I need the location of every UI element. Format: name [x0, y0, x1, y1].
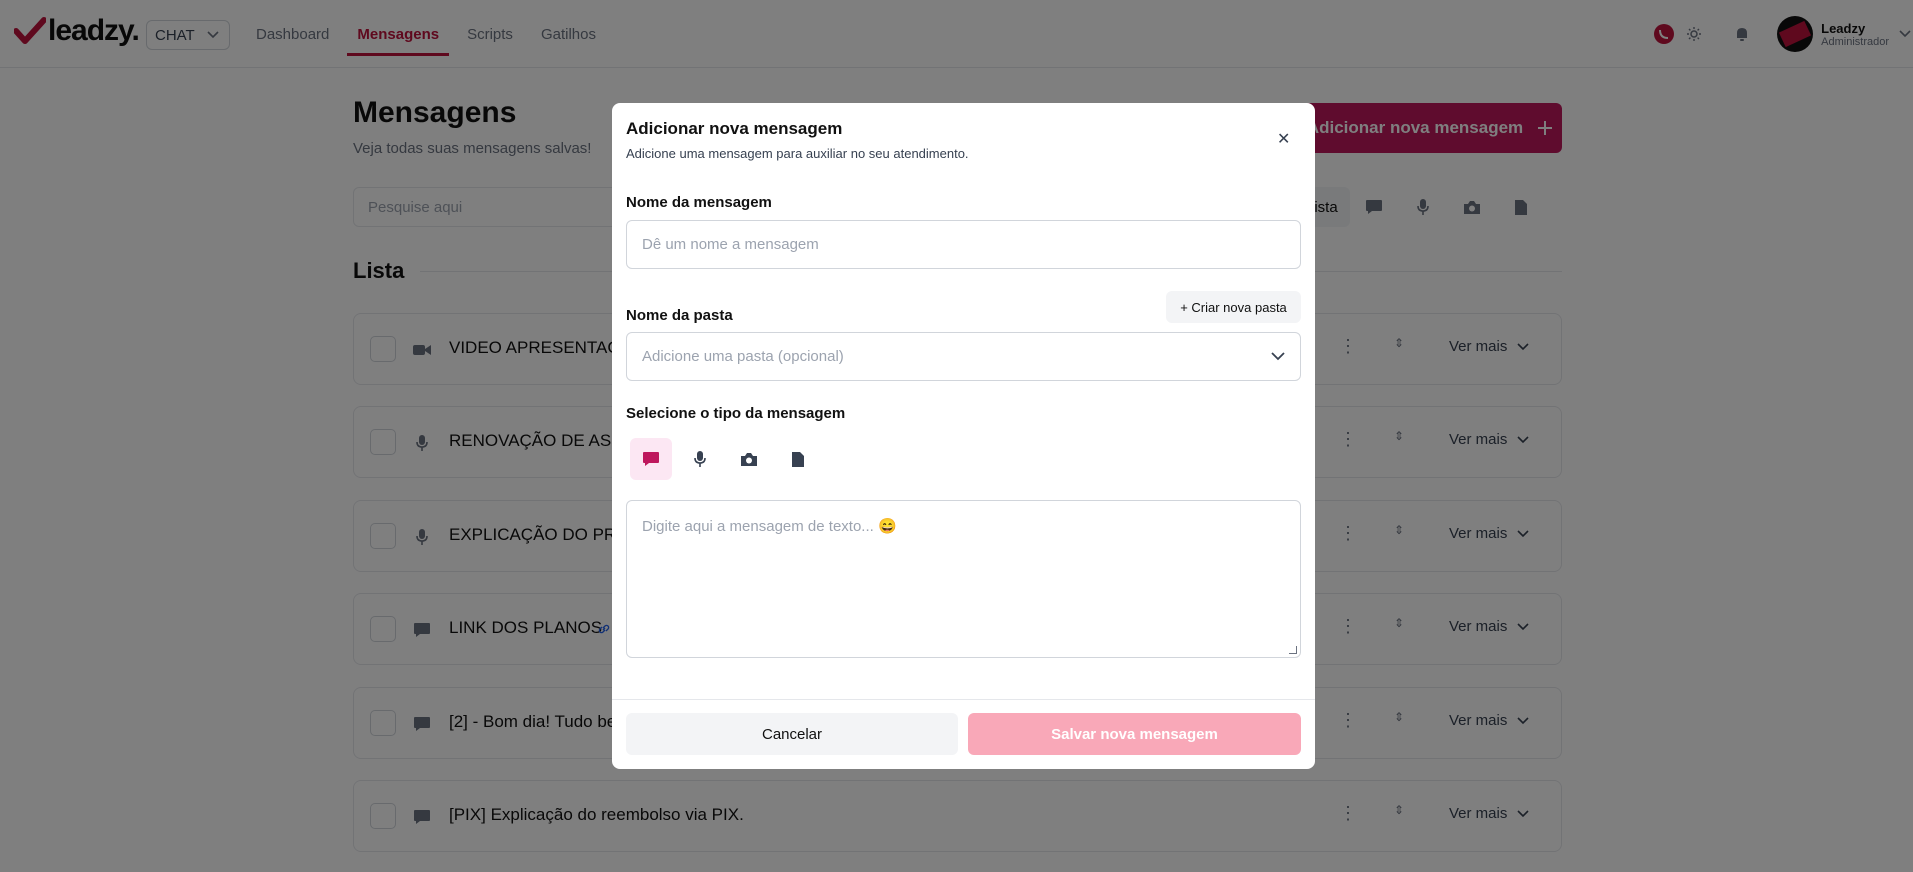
folder-select[interactable]: Adicione uma pasta (opcional) [626, 332, 1301, 381]
save-message-button[interactable]: Salvar nova mensagem [968, 713, 1301, 755]
name-placeholder: Dê um nome a mensagem [642, 236, 819, 253]
type-label: Selecione o tipo da mensagem [626, 405, 846, 422]
message-name-section: Nome da mensagem Dê um nome a mensagem [617, 180, 1310, 288]
new-folder-button[interactable]: + Criar nova pasta [1166, 291, 1301, 323]
type-image-button[interactable] [728, 438, 770, 480]
type-text-button[interactable] [630, 438, 672, 480]
mic-icon [694, 451, 706, 467]
name-label: Nome da mensagem [626, 194, 772, 211]
chat-icon [643, 452, 659, 466]
file-icon [792, 451, 804, 467]
message-type-selector [630, 438, 819, 480]
modal-footer: Cancelar Salvar nova mensagem [612, 699, 1315, 769]
type-audio-button[interactable] [679, 438, 721, 480]
modal-subtitle: Adicione uma mensagem para auxiliar no s… [626, 146, 969, 161]
chevron-down-icon [1271, 352, 1285, 361]
text-placeholder: Digite aqui a mensagem de texto... 😄 [642, 518, 897, 535]
folder-label: Nome da pasta [626, 307, 733, 324]
type-file-button[interactable] [777, 438, 819, 480]
camera-icon [741, 452, 757, 466]
resize-handle-icon[interactable] [1289, 646, 1297, 654]
close-icon[interactable]: ✕ [1277, 129, 1290, 149]
folder-placeholder: Adicione uma pasta (opcional) [642, 348, 844, 365]
message-text-area[interactable]: Digite aqui a mensagem de texto... 😄 [626, 500, 1301, 658]
message-name-input[interactable]: Dê um nome a mensagem [626, 220, 1301, 269]
cancel-button[interactable]: Cancelar [626, 713, 958, 755]
modal-title: Adicionar nova mensagem [626, 119, 843, 138]
